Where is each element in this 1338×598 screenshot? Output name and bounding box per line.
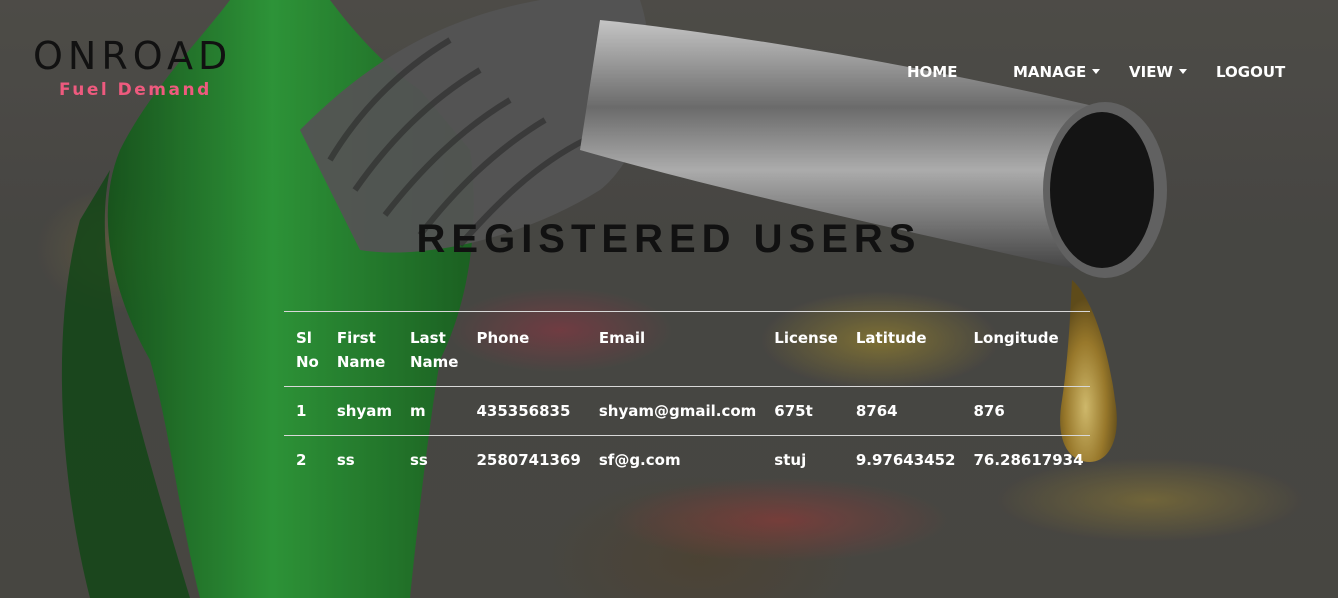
nav-logout-label: LOGOUT xyxy=(1216,63,1286,81)
cell-longitude: 876 xyxy=(973,402,1005,420)
nav-home-label: HOME xyxy=(907,63,958,81)
cell-last-name: ss xyxy=(410,451,428,469)
cell-first-name: shyam xyxy=(336,402,392,420)
chevron-down-icon xyxy=(1178,69,1187,74)
cell-email: shyam@gmail.com xyxy=(598,402,757,420)
chevron-down-icon xyxy=(1092,69,1101,74)
column-header-license: License xyxy=(774,329,838,347)
column-header-email: Email xyxy=(598,329,646,347)
column-header-latitude: Latitude xyxy=(855,329,927,347)
cell-email: sf@g.com xyxy=(598,451,681,469)
cell-license: 675t xyxy=(774,402,813,420)
table-body: 1 shyam m 435356835 shyam@gmail.com 675t… xyxy=(284,387,1090,485)
column-header-longitude: Longitude xyxy=(973,329,1059,347)
nav-view-label: VIEW xyxy=(1129,63,1173,81)
cell-first-name: ss xyxy=(336,451,355,469)
registered-users-table: Sl No First Name Last Name Phone Email Lice… xyxy=(284,311,1090,484)
cell-phone: 2580741369 xyxy=(476,451,581,469)
nav-manage-label: MANAGE xyxy=(1013,63,1087,81)
column-header-sl-no: Sl No xyxy=(296,329,319,371)
nav-view-dropdown[interactable]: VIEW xyxy=(1129,63,1187,81)
table-header-row: Sl No First Name Last Name Phone Email Lice… xyxy=(284,311,1090,387)
cell-license: stuj xyxy=(774,451,807,469)
brand-subtitle: Fuel Demand xyxy=(59,80,212,100)
nav-logout[interactable]: LOGOUT xyxy=(1216,63,1285,81)
cell-latitude: 8764 xyxy=(855,402,898,420)
cell-sl-no: 1 xyxy=(296,402,307,420)
column-header-phone: Phone xyxy=(476,329,530,347)
cell-longitude: 76.28617934 xyxy=(973,451,1084,469)
cell-latitude: 9.97643452 xyxy=(855,451,956,469)
table-row: 2 ss ss 2580741369 sf@g.com stuj 9.97643… xyxy=(284,436,1090,485)
cell-phone: 435356835 xyxy=(476,402,571,420)
column-header-last-name: Last Name xyxy=(410,329,459,371)
nav-manage-dropdown[interactable]: MANAGE xyxy=(1013,63,1101,81)
main-nav: HOME MANAGE VIEW LOGOUT xyxy=(0,63,1338,83)
cell-last-name: m xyxy=(410,402,426,420)
nav-home[interactable]: HOME xyxy=(907,63,957,81)
page-title: REGISTERED USERS xyxy=(416,217,922,261)
column-header-first-name: First Name xyxy=(336,329,386,371)
table-row: 1 shyam m 435356835 shyam@gmail.com 675t… xyxy=(284,387,1090,436)
cell-sl-no: 2 xyxy=(296,451,307,469)
table-header: Sl No First Name Last Name Phone Email Lice… xyxy=(284,311,1090,387)
